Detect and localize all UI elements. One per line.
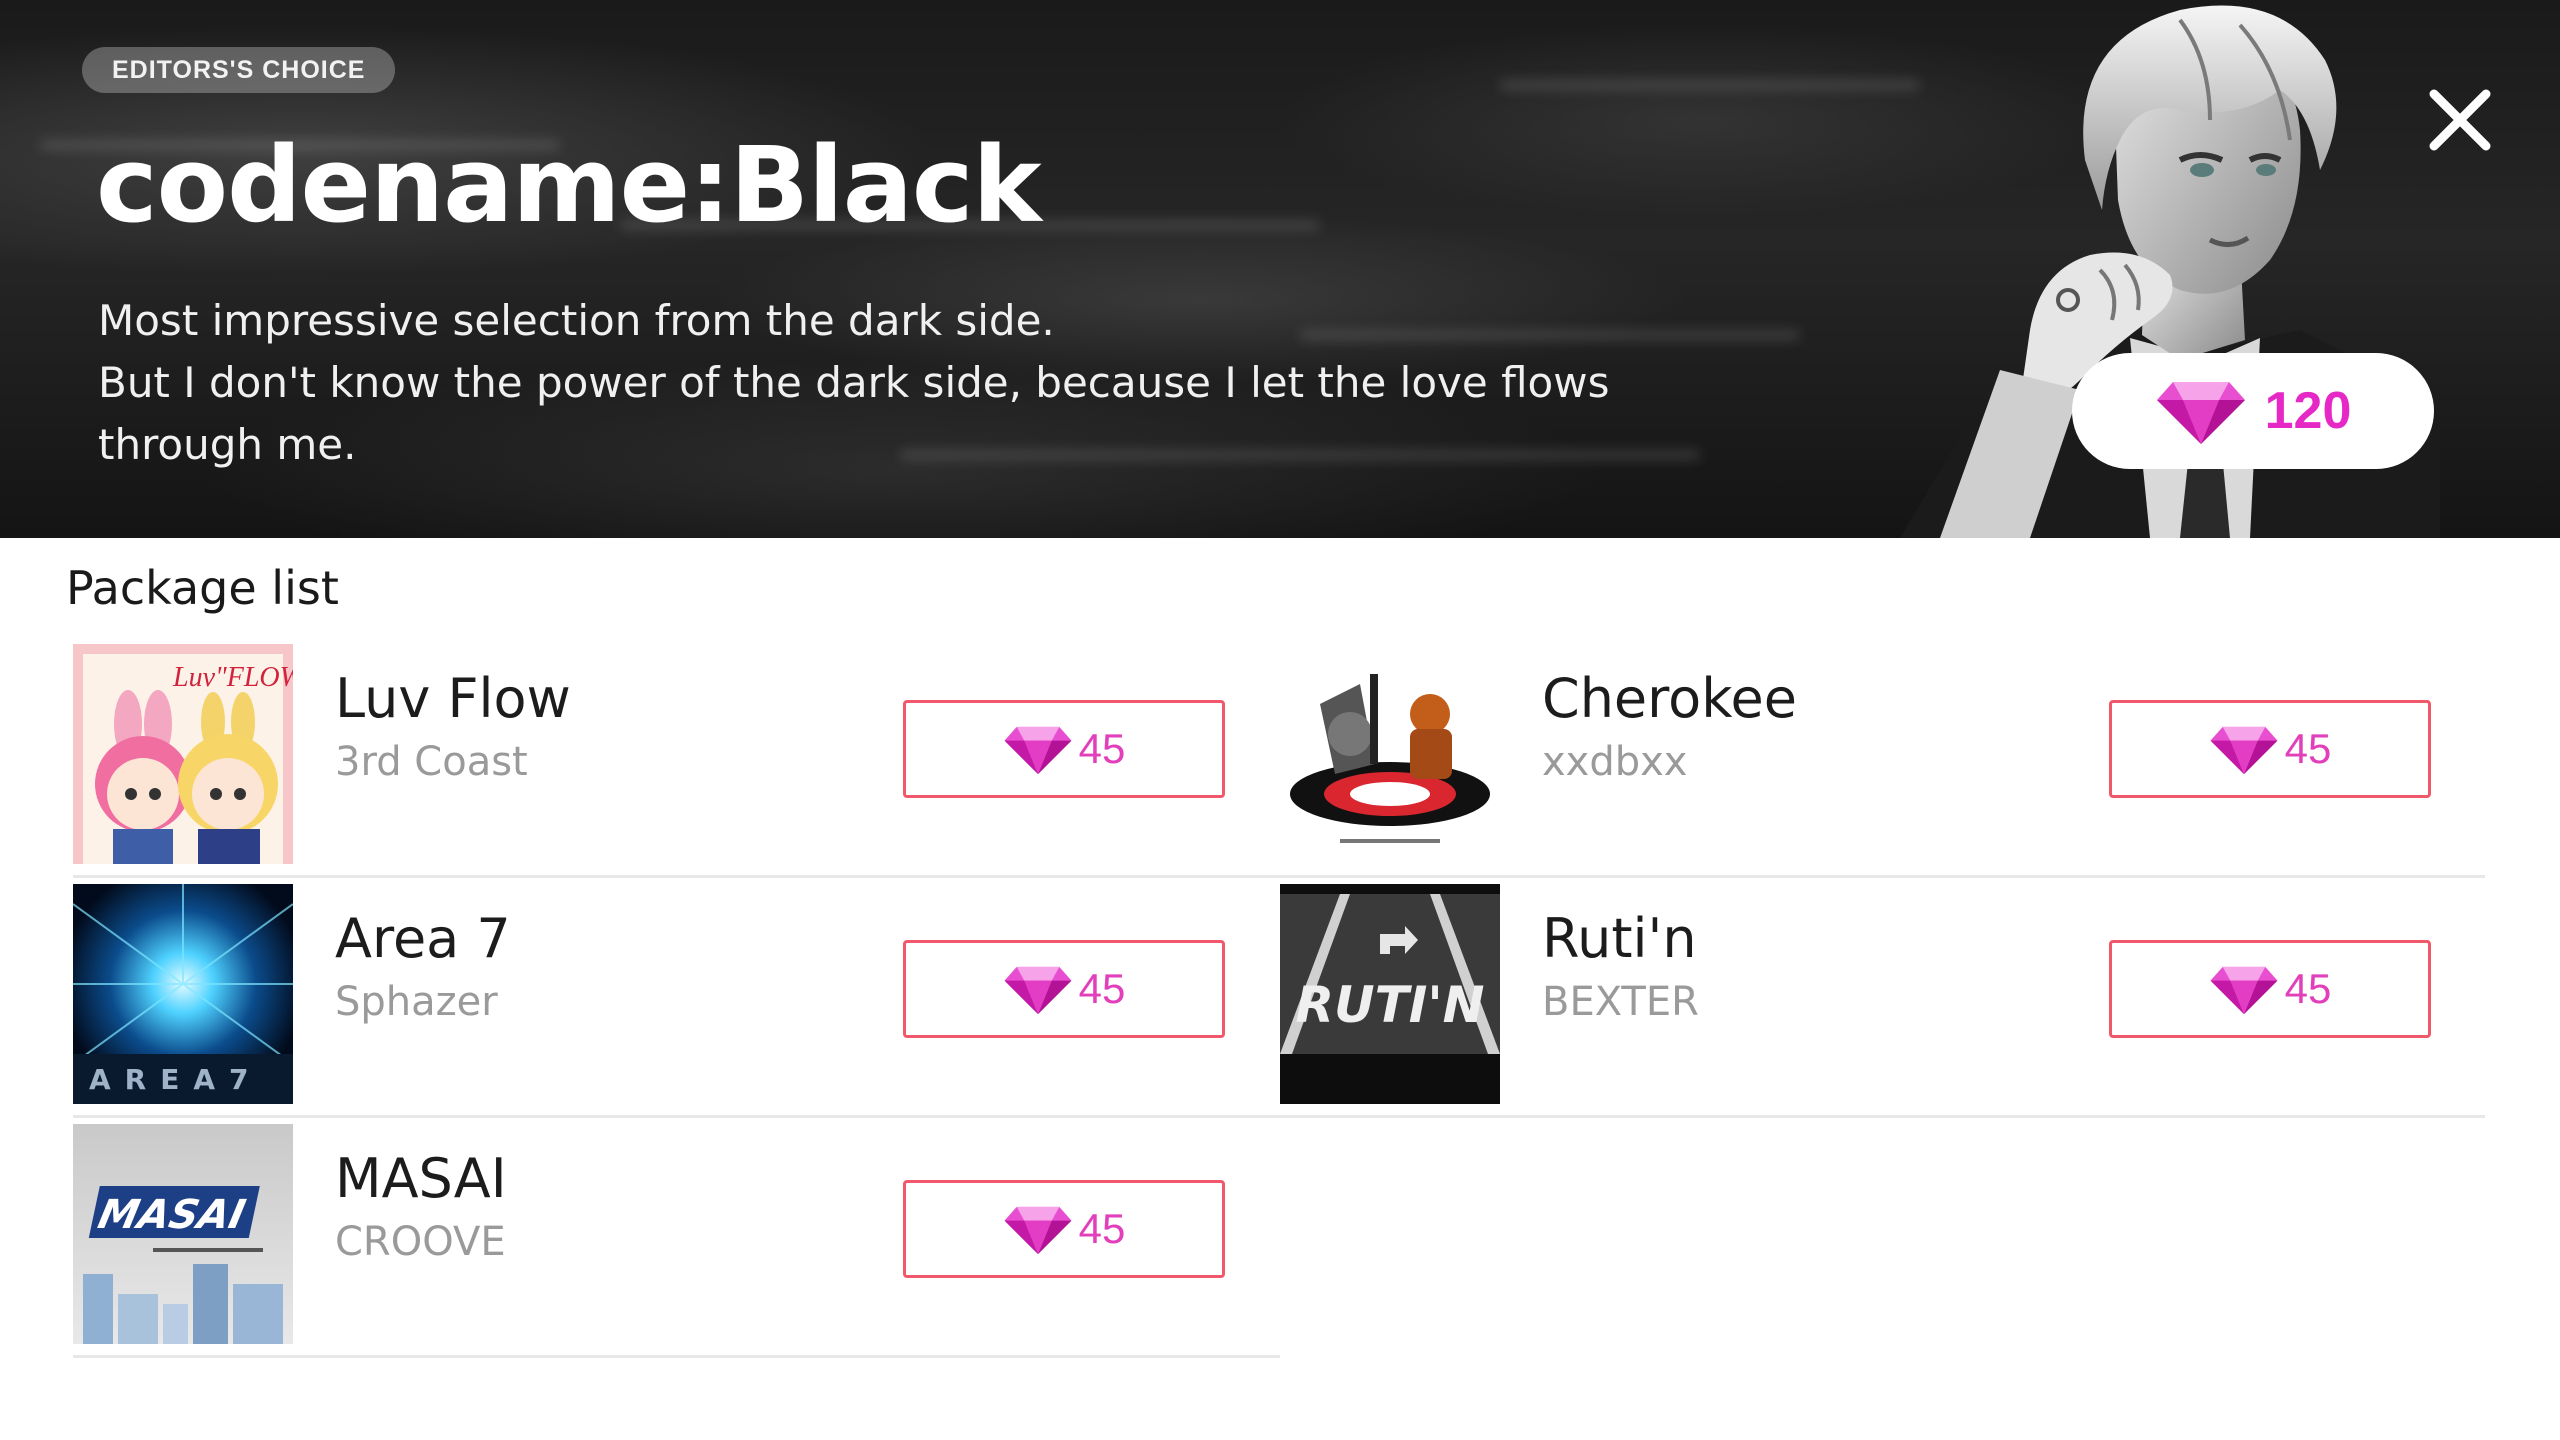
banner-bg-streak	[1500, 80, 1920, 90]
description-line: But I don't know the power of the dark s…	[98, 358, 1610, 407]
description-line: Most impressive selection from the dark …	[98, 296, 1055, 345]
artist-name: xxdbxx	[1542, 739, 1688, 785]
album-cover: MASAI	[73, 1124, 293, 1344]
close-icon	[2429, 89, 2491, 151]
song-price: 45	[1078, 725, 1126, 772]
list-item: Cherokee xxdbxx 45	[1280, 638, 2485, 878]
package-title: codename:Black	[96, 124, 1042, 246]
editors-choice-badge: EDITORS'S CHOICE	[82, 47, 396, 93]
list-item: Luv"FLOW Luv Flow 3rd Coast 45	[73, 638, 1280, 878]
buy-song-button[interactable]: 45	[903, 700, 1225, 798]
cover-text: Luv"FLOW	[172, 662, 293, 693]
album-cover: AREA7	[73, 884, 293, 1104]
buy-package-button[interactable]: 120	[2072, 353, 2434, 469]
song-price: 45	[1078, 1205, 1126, 1252]
album-cover: RUTI'N	[1280, 884, 1500, 1104]
gem-icon	[1004, 1206, 1072, 1255]
buy-song-button[interactable]: 45	[903, 940, 1225, 1038]
artist-name: Sphazer	[335, 979, 498, 1025]
song-name: MASAI	[335, 1147, 507, 1210]
package-list-heading: Package list	[66, 561, 339, 615]
artist-name: 3rd Coast	[335, 739, 528, 785]
package-banner: EDITORS'S CHOICE codename:Black Most imp…	[0, 0, 2560, 538]
list-item: AREA7 Area 7 Sphazer 45	[73, 878, 1280, 1118]
cover-text: AREA7	[89, 1063, 263, 1096]
album-cover: Luv"FLOW	[73, 644, 293, 864]
list-item: MASAI MASAI CROOVE 45	[73, 1118, 1280, 1358]
song-name: Ruti'n	[1542, 907, 1697, 970]
cover-text: MASAI	[94, 1190, 249, 1237]
song-price: 45	[2284, 965, 2332, 1012]
artist-name: BEXTER	[1542, 979, 1699, 1025]
buy-song-button[interactable]: 45	[2109, 700, 2431, 798]
list-item: RUTI'N Ruti'n BEXTER 45	[1280, 878, 2485, 1118]
cover-text: RUTI'N	[1296, 976, 1485, 1034]
buy-song-button[interactable]: 45	[903, 1180, 1225, 1278]
gem-icon	[2156, 382, 2245, 444]
description-line: through me.	[98, 420, 357, 469]
artist-name: CROOVE	[335, 1219, 506, 1265]
gem-icon	[1004, 966, 1072, 1015]
package-description: Most impressive selection from the dark …	[98, 290, 1610, 476]
gem-icon	[1004, 726, 1072, 775]
close-button[interactable]	[2420, 80, 2500, 160]
package-price: 120	[2264, 382, 2352, 440]
song-name: Luv Flow	[335, 667, 571, 730]
song-name: Cherokee	[1542, 667, 1797, 730]
gem-icon	[2210, 726, 2278, 775]
song-price: 45	[1078, 965, 1126, 1012]
gem-icon	[2210, 966, 2278, 1015]
song-name: Area 7	[335, 907, 511, 970]
song-price: 45	[2284, 725, 2332, 772]
buy-song-button[interactable]: 45	[2109, 940, 2431, 1038]
album-cover	[1280, 644, 1500, 864]
